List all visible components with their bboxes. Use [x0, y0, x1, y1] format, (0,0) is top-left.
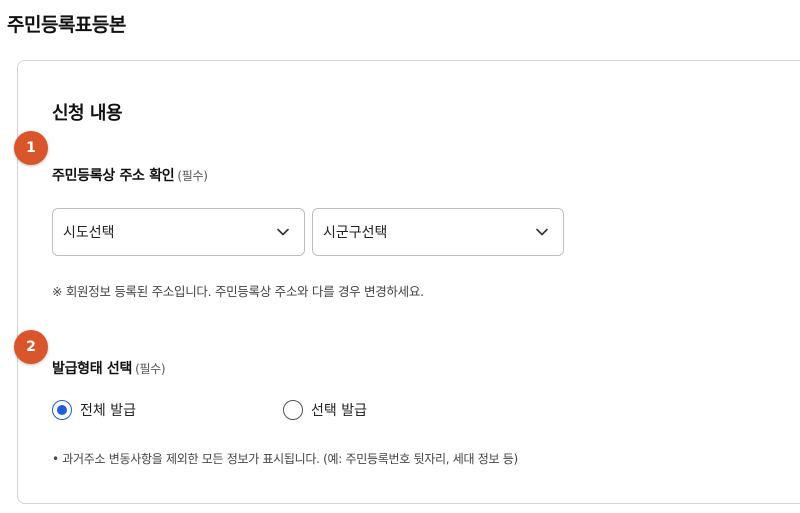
chevron-down-icon: [276, 225, 290, 239]
step-badge-1: 1: [14, 131, 48, 165]
address-confirm-label: 주민등록상 주소 확인 (필수): [52, 165, 208, 185]
sigungu-select-value: 시군구선택: [323, 225, 388, 241]
chevron-down-icon: [535, 225, 549, 239]
radio-unchecked-icon[interactable]: [283, 400, 303, 420]
required-mark: (필수): [135, 362, 166, 376]
issue-type-label-text: 발급형태 선택: [52, 361, 133, 377]
sigungu-select[interactable]: 시군구선택: [312, 208, 564, 256]
address-confirm-label-text: 주민등록상 주소 확인: [52, 168, 175, 184]
page-title: 주민등록표등본: [7, 14, 126, 36]
section-title: 신청 내용: [52, 103, 123, 124]
issue-type-label: 발급형태 선택 (필수): [52, 358, 166, 378]
required-mark: (필수): [177, 169, 208, 183]
radio-checked-icon[interactable]: [52, 400, 72, 420]
address-notice: ※ 회원정보 등록된 주소입니다. 주민등록상 주소와 다를 경우 변경하세요.: [52, 284, 424, 299]
radio-select-issue-label: 선택 발급: [311, 403, 367, 419]
radio-full-issue[interactable]: 전체 발급: [52, 400, 136, 420]
radio-full-issue-label: 전체 발급: [80, 403, 136, 419]
sido-select-value: 시도선택: [63, 225, 115, 241]
step-badge-2: 2: [14, 330, 48, 364]
sido-select[interactable]: 시도선택: [52, 208, 305, 256]
issue-type-note: • 과거주소 변동사항을 제외한 모든 정보가 표시됩니다. (예: 주민등록번…: [52, 452, 518, 466]
radio-select-issue[interactable]: 선택 발급: [283, 400, 367, 420]
